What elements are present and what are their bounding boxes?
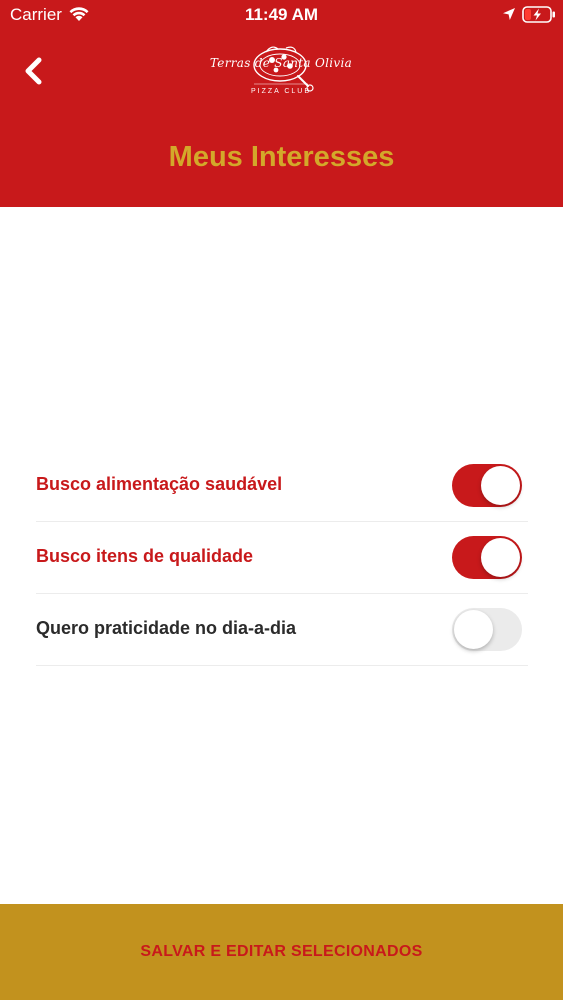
interest-toggle[interactable] (452, 608, 522, 651)
chevron-left-icon (25, 57, 42, 85)
save-selected-button[interactable]: SALVAR E EDITAR SELECIONADOS (0, 904, 563, 1000)
interest-item-healthy-food[interactable]: Busco alimentação saudável (36, 450, 528, 522)
toggle-knob (481, 466, 520, 505)
interest-item-quality-items[interactable]: Busco itens de qualidade (36, 522, 528, 594)
interest-toggle[interactable] (452, 536, 522, 579)
logo-subtitle: PIZZA CLUB (250, 88, 312, 95)
battery-charging-icon (522, 6, 556, 23)
interest-label: Busco alimentação saudável (36, 474, 283, 494)
interests-list: Busco alimentação saudável Busco itens d… (36, 450, 528, 666)
toggle-knob (454, 610, 493, 649)
logo-script-text: Terras de Santa Olivia (209, 56, 353, 70)
interest-label: Quero praticidade no dia-a-dia (36, 618, 297, 638)
status-time: 11:49 AM (244, 5, 319, 24)
toggle-knob (481, 538, 520, 577)
app-header: Carrier 11:49 AM Terras de Santa Olivia … (0, 0, 563, 207)
location-arrow-icon (502, 7, 516, 21)
status-bar: Carrier 11:49 AM (0, 0, 563, 30)
back-button[interactable] (18, 54, 50, 88)
interest-label: Busco itens de qualidade (36, 546, 254, 566)
interests-screen: Carrier 11:49 AM Terras de Santa Olivia … (0, 0, 563, 1000)
interest-item-practicality[interactable]: Quero praticidade no dia-a-dia (36, 594, 528, 666)
brand-logo: Terras de Santa Olivia PIZZA CLUB (206, 40, 356, 102)
interest-toggle[interactable] (452, 464, 522, 507)
page-title: Meus Interesses (168, 141, 395, 173)
